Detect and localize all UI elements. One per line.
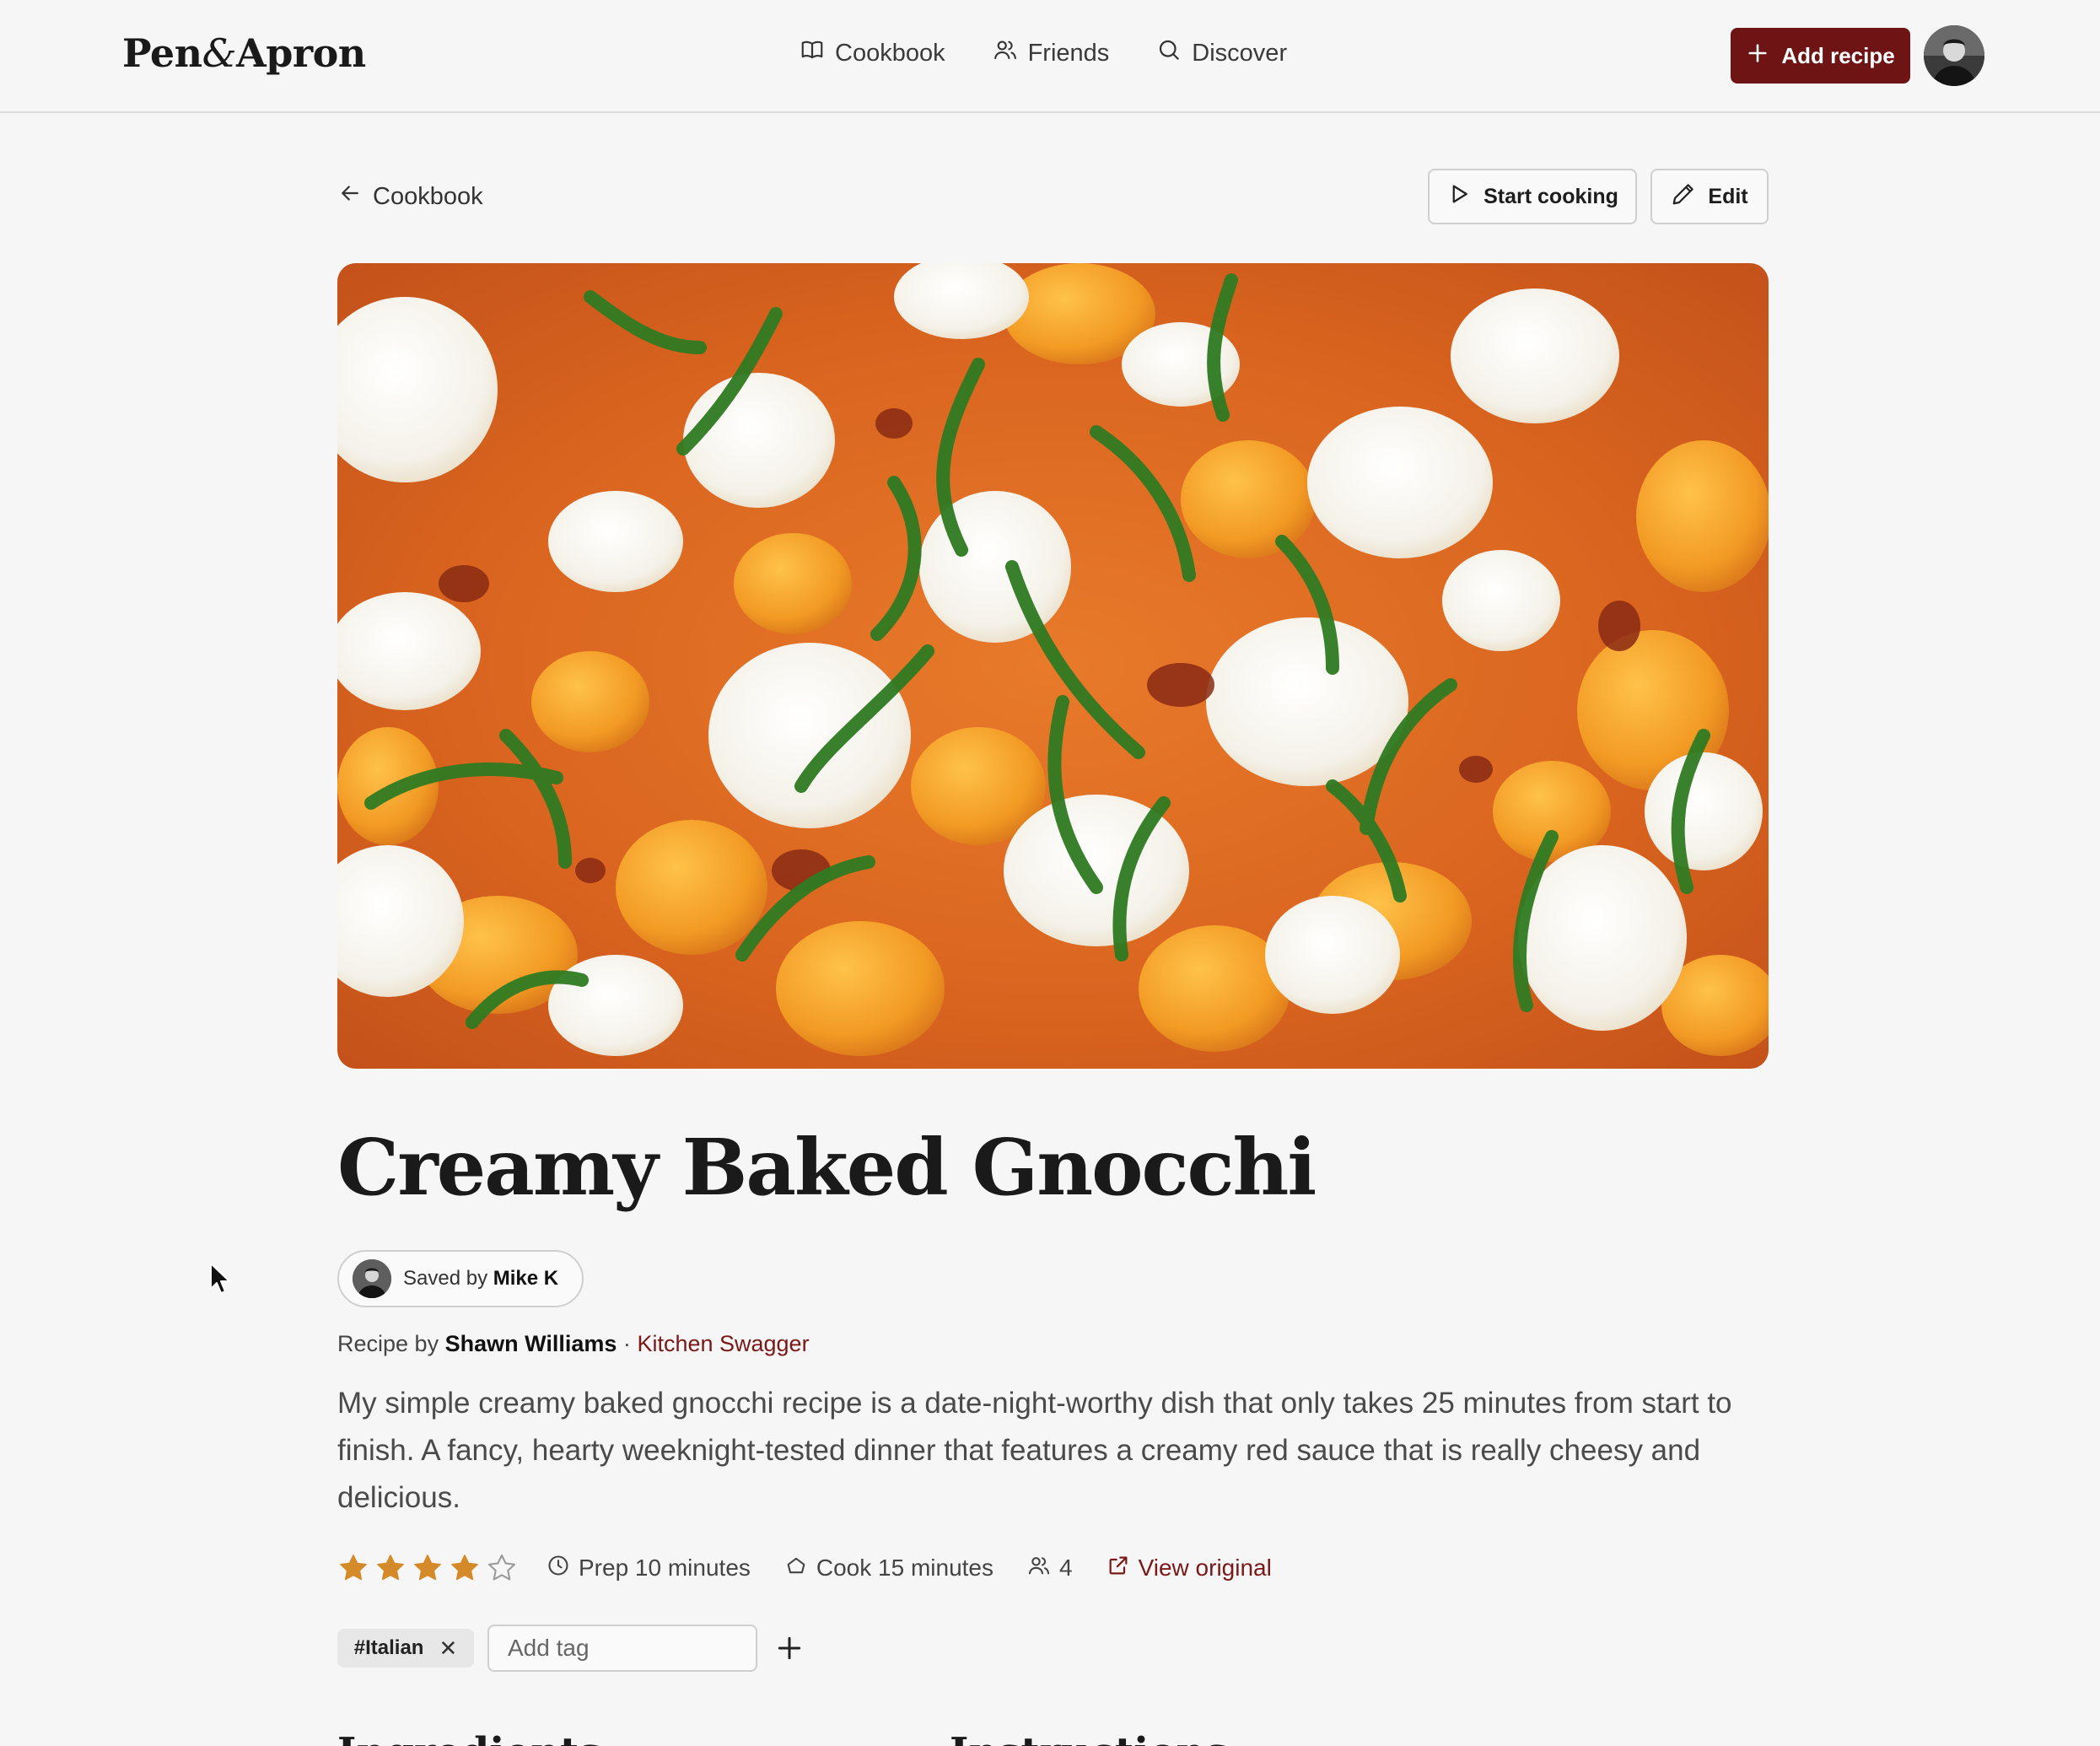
recipe-description: My simple creamy baked gnocchi recipe is… bbox=[337, 1387, 1732, 1514]
nav-friends-label: Friends bbox=[1027, 39, 1110, 67]
saver-avatar bbox=[353, 1259, 391, 1298]
view-original-label: View original bbox=[1138, 1555, 1272, 1581]
logo-text-left: Pen bbox=[122, 30, 202, 76]
start-cooking-label: Start cooking bbox=[1483, 184, 1618, 208]
edit-label: Edit bbox=[1708, 184, 1748, 208]
logo-ampersand: & bbox=[202, 30, 237, 76]
back-to-cookbook-link[interactable]: Cookbook bbox=[337, 181, 483, 213]
nav-friends[interactable]: Friends bbox=[993, 37, 1110, 69]
byline-prefix: Recipe by bbox=[337, 1331, 439, 1356]
rating-stars[interactable] bbox=[337, 1552, 518, 1584]
instructions-heading: Instructions bbox=[950, 1729, 1228, 1746]
saved-by-text: Saved by Mike K bbox=[403, 1267, 558, 1291]
back-label: Cookbook bbox=[373, 182, 483, 210]
clock-icon bbox=[547, 1554, 570, 1583]
recipe-hero-image bbox=[337, 263, 1769, 1069]
start-cooking-button[interactable]: Start cooking bbox=[1428, 169, 1637, 224]
nav-discover[interactable]: Discover bbox=[1156, 37, 1287, 69]
mouse-cursor-icon bbox=[210, 1263, 230, 1294]
source-link[interactable]: Kitchen Swagger bbox=[637, 1331, 809, 1356]
servings: 4 bbox=[1027, 1554, 1073, 1583]
remove-tag-icon[interactable]: ✕ bbox=[439, 1636, 457, 1662]
star-filled-icon[interactable] bbox=[374, 1552, 407, 1584]
edit-button[interactable]: Edit bbox=[1650, 169, 1769, 224]
play-icon bbox=[1446, 181, 1472, 213]
saved-by-prefix: Saved by bbox=[403, 1267, 488, 1290]
pencil-icon bbox=[1671, 181, 1696, 213]
prep-time-label: Prep 10 minutes bbox=[579, 1555, 751, 1581]
nav-cookbook[interactable]: Cookbook bbox=[800, 37, 945, 69]
users-icon bbox=[993, 37, 1018, 69]
star-filled-icon[interactable] bbox=[412, 1552, 444, 1584]
tag-chip: #Italian ✕ bbox=[337, 1629, 474, 1668]
add-tag-input[interactable] bbox=[487, 1625, 757, 1672]
ingredients-heading: Ingredients bbox=[337, 1729, 601, 1746]
external-link-icon bbox=[1107, 1554, 1130, 1583]
nav-discover-label: Discover bbox=[1192, 39, 1288, 67]
prep-time: Prep 10 minutes bbox=[547, 1554, 751, 1583]
main-nav: Cookbook Friends Discover bbox=[800, 37, 1287, 69]
recipe-title: Creamy Baked Gnocchi bbox=[337, 1122, 1317, 1213]
book-icon bbox=[800, 37, 825, 69]
chef-hat-icon bbox=[784, 1554, 808, 1583]
add-recipe-label: Add recipe bbox=[1781, 42, 1895, 68]
servings-count: 4 bbox=[1059, 1555, 1073, 1581]
user-avatar[interactable] bbox=[1924, 25, 1984, 86]
author-name: Shawn Williams bbox=[444, 1331, 617, 1356]
logo-text-right: Apron bbox=[236, 30, 366, 76]
saved-by-name: Mike K bbox=[493, 1267, 559, 1290]
search-icon bbox=[1156, 37, 1182, 69]
app-logo[interactable]: Pen&Apron bbox=[122, 30, 366, 76]
view-original-link[interactable]: View original bbox=[1107, 1554, 1272, 1583]
nav-cookbook-label: Cookbook bbox=[835, 39, 945, 67]
users-icon bbox=[1027, 1554, 1051, 1583]
tag-label: #Italian bbox=[353, 1636, 424, 1659]
plus-icon bbox=[1746, 41, 1769, 71]
recipe-meta-row: Prep 10 minutes Cook 15 minutes 4 View o… bbox=[337, 1549, 1272, 1587]
add-recipe-button[interactable]: Add recipe bbox=[1731, 28, 1910, 84]
arrow-left-icon bbox=[337, 181, 363, 213]
star-filled-icon[interactable] bbox=[449, 1552, 481, 1584]
recipe-byline: Recipe by Shawn Williams · Kitchen Swagg… bbox=[337, 1331, 810, 1357]
byline-separator: · bbox=[622, 1331, 631, 1356]
star-filled-icon[interactable] bbox=[337, 1552, 369, 1584]
saved-by-chip[interactable]: Saved by Mike K bbox=[337, 1250, 584, 1307]
top-navigation-bar: Pen&Apron Cookbook Friends Discover Add … bbox=[0, 0, 2100, 113]
add-tag-plus-icon[interactable] bbox=[773, 1631, 806, 1665]
cook-time-label: Cook 15 minutes bbox=[816, 1555, 993, 1581]
cook-time: Cook 15 minutes bbox=[784, 1554, 993, 1583]
star-empty-icon[interactable] bbox=[486, 1552, 518, 1584]
